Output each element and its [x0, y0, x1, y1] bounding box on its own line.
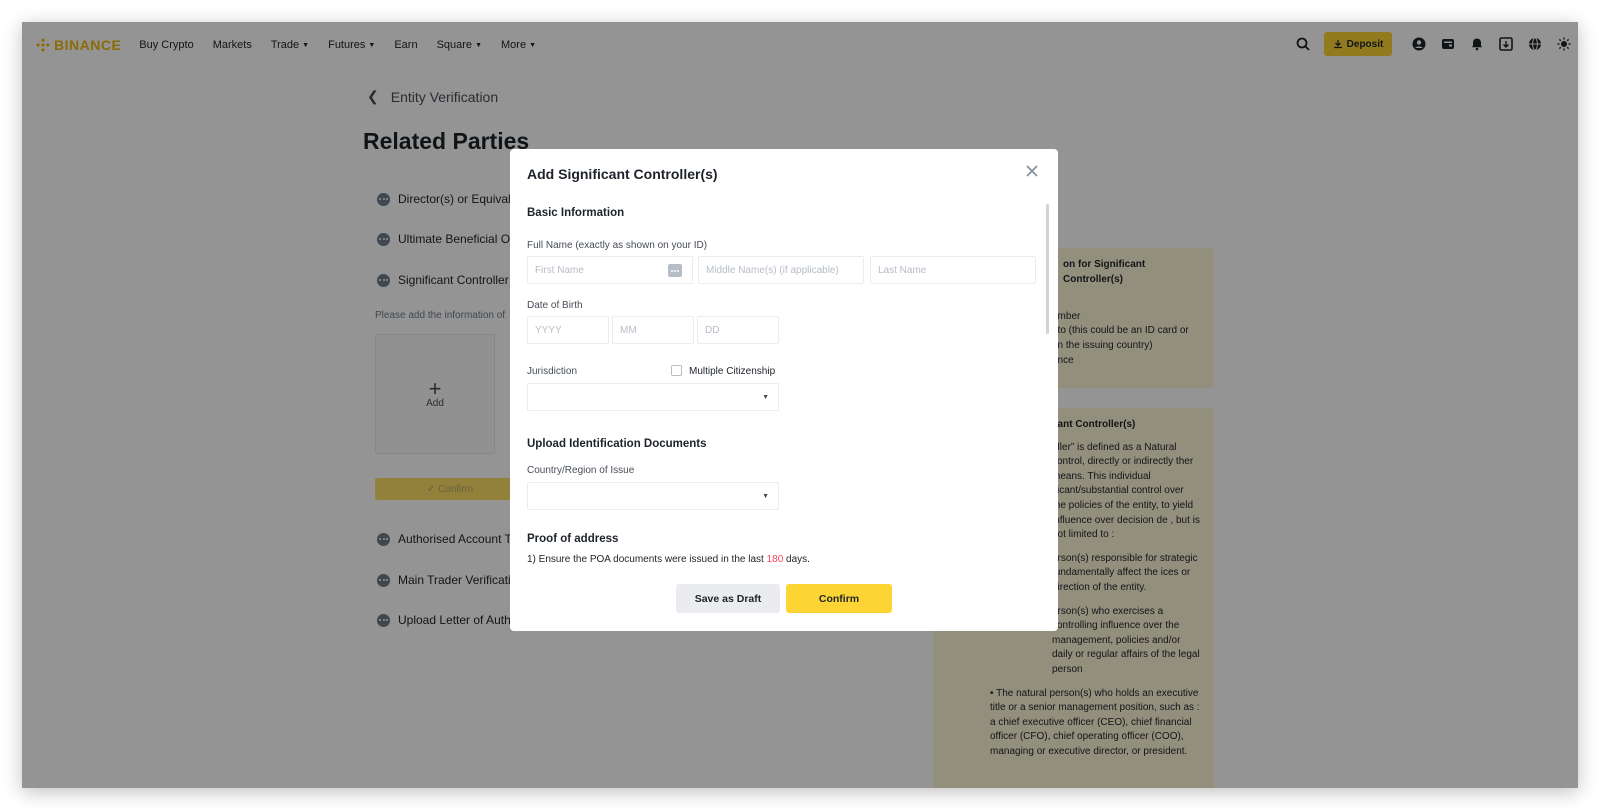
- last-name-placeholder: Last Name: [878, 264, 927, 276]
- close-icon[interactable]: [1024, 163, 1040, 179]
- dob-label: Date of Birth: [527, 300, 583, 311]
- multiple-citizenship-checkbox[interactable]: [671, 365, 682, 376]
- year-placeholder: YYYY: [535, 324, 562, 336]
- dob-year-input[interactable]: YYYY: [527, 316, 609, 344]
- middle-name-input[interactable]: Middle Name(s) (if applicable): [698, 256, 864, 284]
- browser-window: BINANCE Buy Crypto Markets Trade ▼ Future…: [22, 22, 1578, 788]
- poa-prefix: 1) Ensure the POA documents were issued …: [527, 554, 767, 565]
- full-name-label: Full Name (exactly as shown on your ID): [527, 240, 708, 251]
- add-significant-controller-modal: Add Significant Controller(s) Basic Info…: [510, 149, 1058, 631]
- middle-name-placeholder: Middle Name(s) (if applicable): [706, 264, 839, 276]
- day-placeholder: DD: [705, 324, 720, 336]
- keyboard-dots-icon[interactable]: [668, 264, 682, 277]
- caret-down-icon: ▼: [762, 493, 769, 500]
- jurisdiction-select[interactable]: ▼: [527, 383, 779, 411]
- basic-info-title: Basic Information: [527, 207, 625, 219]
- proof-of-address-title: Proof of address: [527, 533, 619, 545]
- first-name-placeholder: First Name: [535, 264, 584, 276]
- country-region-select[interactable]: ▼: [527, 482, 779, 510]
- save-as-draft-button[interactable]: Save as Draft: [676, 584, 780, 613]
- dob-month-input[interactable]: MM: [612, 316, 694, 344]
- caret-down-icon: ▼: [762, 394, 769, 401]
- modal-title: Add Significant Controller(s): [527, 166, 718, 182]
- first-name-input[interactable]: First Name: [527, 256, 693, 284]
- modal-scrollbar[interactable]: [1046, 204, 1049, 334]
- month-placeholder: MM: [620, 324, 637, 336]
- last-name-input[interactable]: Last Name: [870, 256, 1036, 284]
- poa-days: 180: [766, 554, 784, 565]
- confirm-button[interactable]: Confirm: [786, 584, 892, 613]
- poa-suffix: days.: [783, 554, 810, 565]
- jurisdiction-label: Jurisdiction: [527, 366, 578, 377]
- upload-documents-title: Upload Identification Documents: [527, 438, 707, 450]
- dob-day-input[interactable]: DD: [697, 316, 779, 344]
- country-region-label: Country/Region of Issue: [527, 465, 635, 476]
- poa-instruction: 1) Ensure the POA documents were issued …: [527, 554, 810, 565]
- multiple-citizenship-label[interactable]: Multiple Citizenship: [689, 366, 775, 377]
